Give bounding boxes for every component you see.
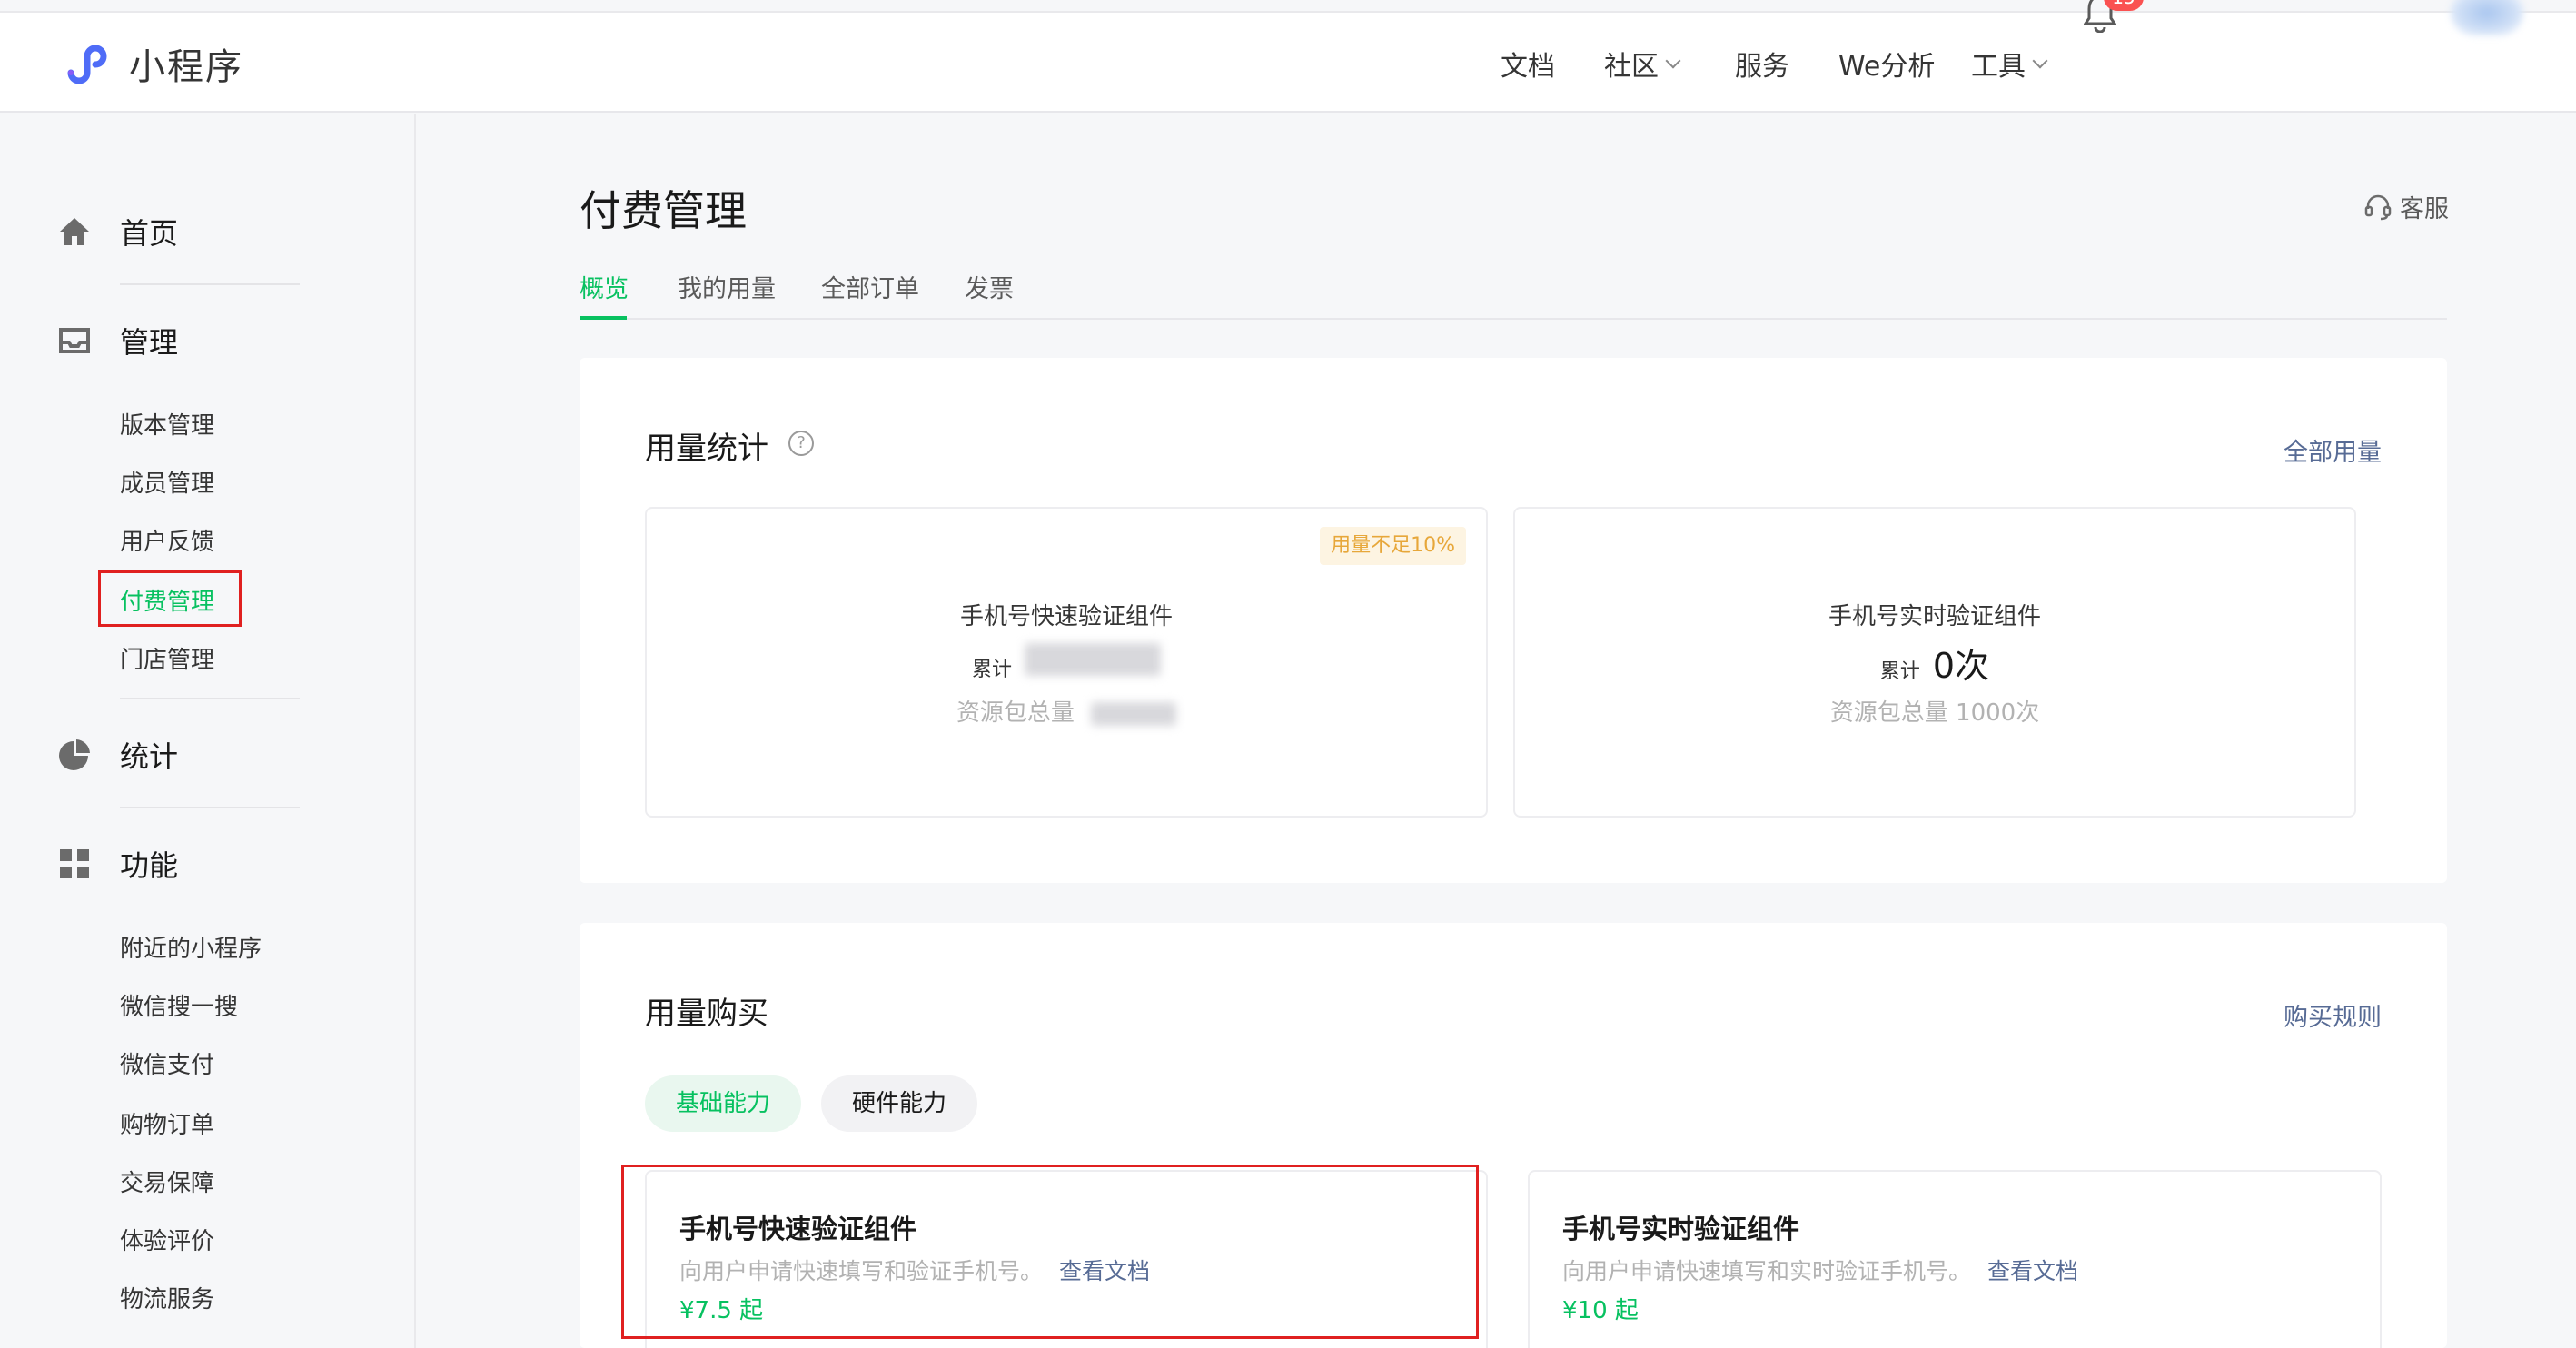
sidebar-item-search[interactable]: 微信搜一搜 xyxy=(120,988,238,1022)
mini-program-logo-icon xyxy=(67,45,107,84)
notifications-button[interactable]: 15 xyxy=(2083,0,2144,34)
sidebar-item-nearby[interactable]: 附近的小程序 xyxy=(120,930,262,964)
sidebar-item-stats[interactable]: 统计 xyxy=(56,734,178,776)
highlight-box-product xyxy=(621,1165,1479,1339)
nav-services[interactable]: 服务 xyxy=(1735,44,1789,84)
usage-card-sum-value: 0次 xyxy=(1932,646,1990,686)
tab-bar: 概览 我的用量 全部订单 发票 xyxy=(580,265,2447,320)
nav-docs[interactable]: 文档 xyxy=(1501,44,1555,84)
pill-basic-capability[interactable]: 基础能力 xyxy=(645,1075,801,1132)
top-header: 小程序 文档 社区 服务 We分析 工具 15 xyxy=(0,0,2576,113)
help-icon[interactable]: ? xyxy=(788,431,814,456)
avatar[interactable] xyxy=(2451,0,2523,35)
usage-card-sum-label: 累计 xyxy=(1879,660,1920,683)
sidebar-item-home[interactable]: 首页 xyxy=(56,211,178,253)
nav-we-analytics[interactable]: We分析 xyxy=(1838,44,1935,84)
usage-card-pack-value: 1000次 xyxy=(1956,699,2040,727)
chevron-down-icon xyxy=(1665,53,1681,69)
all-usage-link[interactable]: 全部用量 xyxy=(2284,432,2382,468)
purchase-rules-link[interactable]: 购买规则 xyxy=(2284,997,2382,1033)
sidebar-item-logistics[interactable]: 物流服务 xyxy=(120,1281,214,1314)
sidebar-divider xyxy=(120,283,300,285)
home-icon xyxy=(56,213,93,250)
sidebar-item-stores[interactable]: 门店管理 xyxy=(120,641,214,675)
sidebar-label-home: 首页 xyxy=(120,216,179,251)
usage-card-pack: 资源包总量 xyxy=(647,694,1486,728)
sidebar-label-features: 功能 xyxy=(120,848,179,883)
logo[interactable]: 小程序 xyxy=(58,36,243,91)
tab-all-orders[interactable]: 全部订单 xyxy=(821,269,919,304)
product-price: ¥10 起 xyxy=(1562,1297,1639,1324)
sidebar-item-version[interactable]: 版本管理 xyxy=(120,407,214,441)
app-title: 小程序 xyxy=(129,46,243,88)
sidebar-item-wechat-pay[interactable]: 微信支付 xyxy=(120,1046,214,1080)
sidebar-item-features[interactable]: 功能 xyxy=(56,843,178,885)
pill-hardware-capability[interactable]: 硬件能力 xyxy=(821,1075,977,1132)
nav-tools[interactable]: 工具 xyxy=(1971,44,2048,84)
pie-chart-icon xyxy=(56,737,93,773)
sidebar-label-stats: 统计 xyxy=(120,739,179,774)
customer-service-label: 客服 xyxy=(2400,195,2449,223)
tab-active-indicator xyxy=(580,316,627,320)
sidebar-item-trade-guarantee[interactable]: 交易保障 xyxy=(120,1165,214,1198)
usage-card-pack: 资源包总量 1000次 xyxy=(1515,694,2354,728)
usage-card-sum: 累计 0次 xyxy=(1515,638,2354,688)
sidebar: 首页 管理 版本管理 成员管理 用户反馈 付费管理 门店管理 统计 功能 附近的… xyxy=(0,114,416,1348)
sidebar-divider xyxy=(120,807,300,808)
tab-invoice[interactable]: 发票 xyxy=(965,269,1014,304)
usage-card-pack-label: 资源包总量 xyxy=(1829,699,1948,727)
tab-my-usage[interactable]: 我的用量 xyxy=(678,269,776,304)
nav-tools-label: 工具 xyxy=(1971,51,2026,83)
headset-icon xyxy=(2364,194,2392,220)
sidebar-item-reviews[interactable]: 体验评价 xyxy=(120,1223,214,1256)
usage-card-realtime-verify: 手机号实时验证组件 累计 0次 资源包总量 1000次 xyxy=(1513,507,2356,818)
usage-card-name: 手机号实时验证组件 xyxy=(1828,603,2041,630)
grid-icon xyxy=(56,846,93,882)
purchase-title: 用量购买 xyxy=(645,996,768,1032)
redacted-value xyxy=(1025,643,1161,676)
usage-stats-panel: 用量统计 ? 全部用量 用量不足10% 手机号快速验证组件 累计 资源包总量 手… xyxy=(580,358,2447,883)
usage-card-name: 手机号快速验证组件 xyxy=(959,603,1173,630)
usage-card-sum: 累计 xyxy=(647,643,1486,682)
tab-overview[interactable]: 概览 xyxy=(580,269,629,304)
customer-service-button[interactable]: 客服 xyxy=(2363,189,2449,224)
sidebar-item-orders[interactable]: 购物订单 xyxy=(120,1106,214,1140)
highlight-box-sidebar xyxy=(98,570,242,627)
nav-community[interactable]: 社区 xyxy=(1604,44,1681,84)
sidebar-label-manage: 管理 xyxy=(120,325,179,360)
product-desc: 向用户申请快速填写和实时验证手机号。 查看文档 xyxy=(1562,1254,2078,1286)
nav-community-label: 社区 xyxy=(1604,51,1659,83)
sidebar-item-members[interactable]: 成员管理 xyxy=(120,465,214,499)
view-docs-link[interactable]: 查看文档 xyxy=(1987,1258,2078,1284)
usage-card-pack-label: 资源包总量 xyxy=(956,699,1075,727)
redacted-value xyxy=(1091,701,1177,726)
chevron-down-icon xyxy=(2032,53,2048,69)
product-desc-text: 向用户申请快速填写和实时验证手机号。 xyxy=(1562,1258,1972,1284)
sidebar-item-manage[interactable]: 管理 xyxy=(56,320,178,362)
product-card-realtime-verify[interactable]: 手机号实时验证组件 向用户申请快速填写和实时验证手机号。 查看文档 ¥10 起 xyxy=(1528,1170,2382,1348)
low-usage-tag: 用量不足10% xyxy=(1320,527,1466,565)
usage-card-quick-verify: 用量不足10% 手机号快速验证组件 累计 资源包总量 xyxy=(645,507,1488,818)
usage-card-sum-label: 累计 xyxy=(971,659,1012,681)
usage-stats-title: 用量统计 xyxy=(645,431,768,467)
product-title: 手机号实时验证组件 xyxy=(1562,1214,1800,1244)
inbox-icon xyxy=(56,322,93,359)
sidebar-divider xyxy=(120,698,300,699)
sidebar-item-feedback[interactable]: 用户反馈 xyxy=(120,523,214,557)
page-title: 付费管理 xyxy=(580,186,747,235)
